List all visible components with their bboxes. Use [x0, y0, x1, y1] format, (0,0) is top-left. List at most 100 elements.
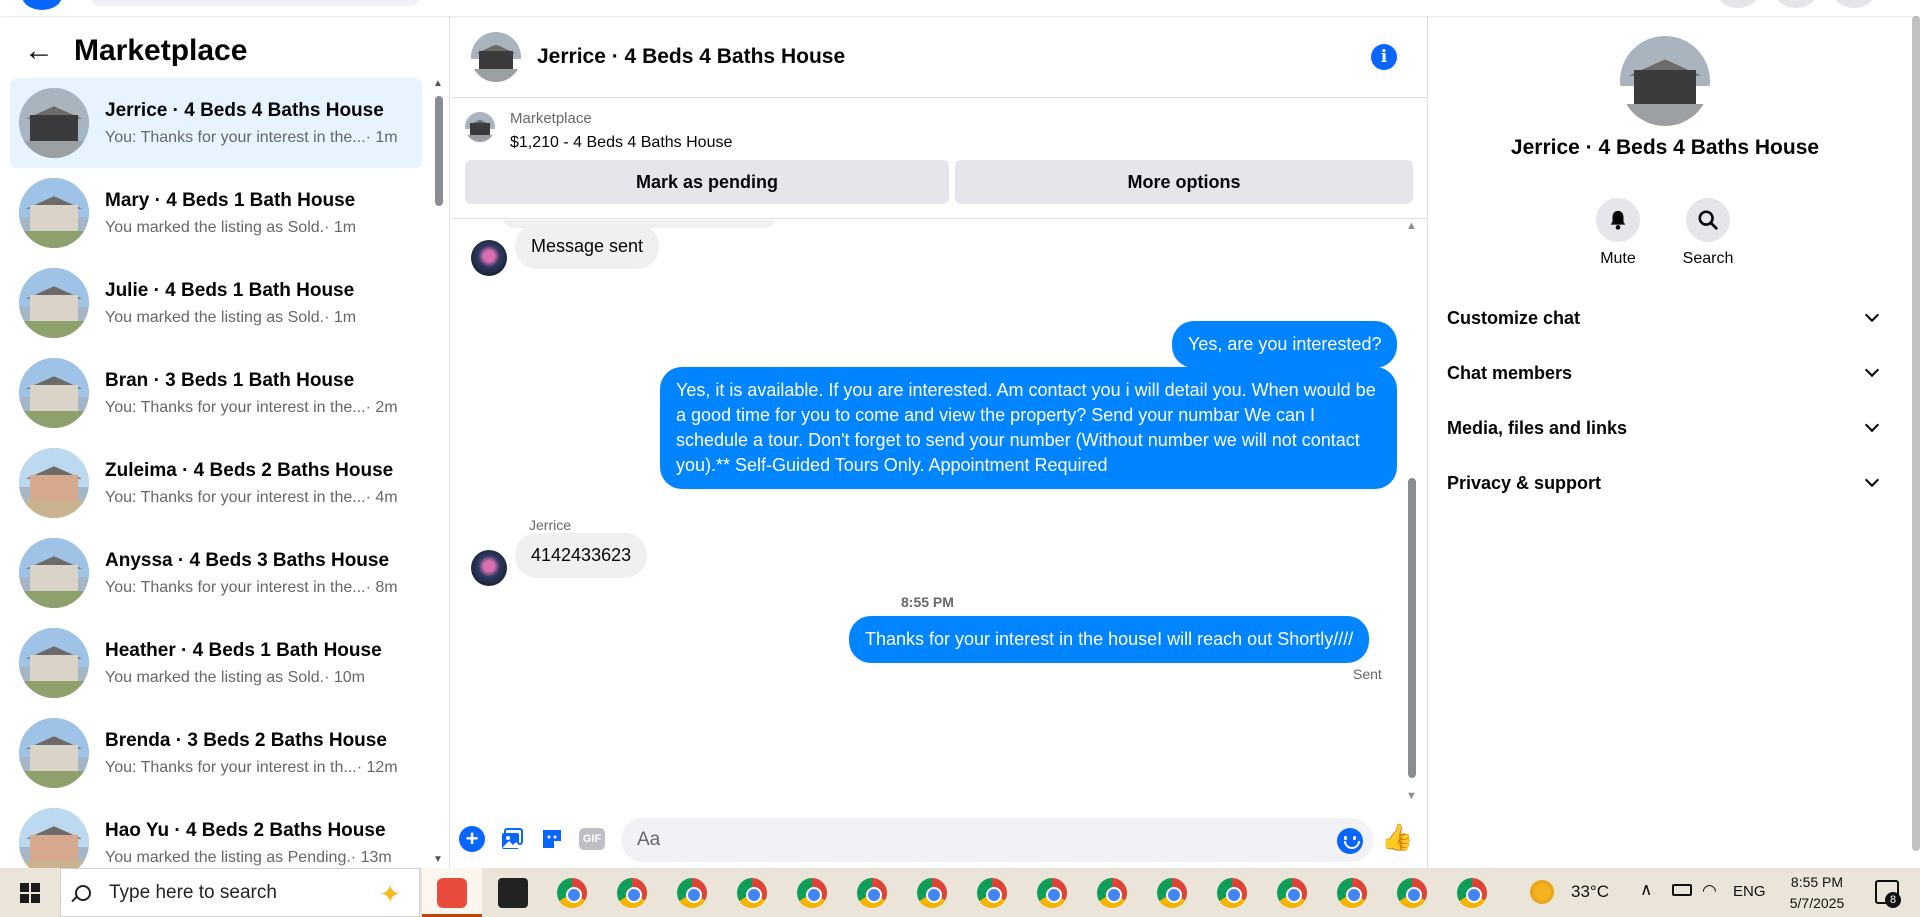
conversation-preview: You: Thanks for your interest in th...	[105, 758, 357, 776]
conversation-preview: You: Thanks for your interest in the...	[105, 128, 366, 146]
bell-icon[interactable]	[1596, 198, 1640, 242]
conversation-time: · 1m	[324, 218, 357, 236]
privacy-support-section[interactable]: Privacy & support	[1447, 463, 1887, 503]
chrome-icon[interactable]	[1337, 878, 1367, 908]
section-label: Customize chat	[1447, 307, 1581, 328]
scroll-down-arrow-icon[interactable]: ▼	[1406, 790, 1417, 802]
scroll-up-arrow-icon[interactable]: ▲	[1406, 220, 1417, 232]
conversation-item[interactable]: Jerrice · 4 Beds 4 Baths House You: Than…	[10, 78, 422, 168]
gif-icon[interactable]: GIF	[579, 828, 605, 850]
facebook-search-input[interactable]	[90, 0, 420, 6]
mute-label: Mute	[1600, 250, 1636, 267]
search-label: Search	[1682, 250, 1734, 267]
listing-thumbnail[interactable]	[465, 112, 495, 142]
outgoing-message: Thanks for your interest in the houseI w…	[849, 616, 1370, 663]
message-input-box[interactable]	[621, 818, 1373, 862]
search-icon[interactable]	[1686, 198, 1730, 242]
chrome-icon[interactable]	[1457, 878, 1487, 908]
clock-time[interactable]: 8:55 PM	[1782, 874, 1852, 890]
conversation-name: Heather · 4 Beds 1 Bath House	[105, 639, 382, 661]
chrome-icon[interactable]	[1217, 878, 1247, 908]
conversation-time: · 2m	[365, 398, 398, 416]
scroll-down-arrow-icon[interactable]: ▼	[433, 854, 443, 865]
listing-thumbnail	[19, 718, 89, 788]
info-icon[interactable]: i	[1371, 44, 1397, 70]
incoming-message: Message sent	[515, 224, 660, 269]
taskbar-search-box[interactable]: Type here to search ✦	[60, 868, 420, 917]
windows-start-icon[interactable]	[20, 883, 40, 903]
chrome-icon[interactable]	[797, 878, 827, 908]
sticker-icon[interactable]	[539, 826, 565, 852]
snipping-tool-icon[interactable]	[437, 878, 467, 908]
temperature[interactable]: 33°C	[1571, 882, 1609, 902]
chrome-icon[interactable]	[677, 878, 707, 908]
listing-thumbnail	[19, 538, 89, 608]
like-icon[interactable]: 👍	[1381, 822, 1413, 853]
conversation-item[interactable]: Bran · 3 Beds 1 Bath House You: Thanks f…	[10, 348, 422, 438]
taskbar-search-placeholder: Type here to search	[109, 881, 277, 903]
message-scrollbar[interactable]	[1408, 478, 1416, 778]
mute-button[interactable]: Mute	[1578, 198, 1658, 268]
section-label: Chat members	[1447, 362, 1573, 383]
menu-icon[interactable]	[1718, 0, 1758, 8]
chrome-icon[interactable]	[1157, 878, 1187, 908]
chrome-icon[interactable]	[1097, 878, 1127, 908]
chat-header: Jerrice · 4 Beds 4 Baths House i	[451, 16, 1427, 98]
chat-members-section[interactable]: Chat members	[1447, 353, 1887, 393]
sender-avatar[interactable]	[471, 240, 507, 276]
chevron-down-icon	[1864, 472, 1880, 488]
emoji-icon[interactable]	[1337, 828, 1363, 854]
chrome-icon[interactable]	[917, 878, 947, 908]
chrome-icon[interactable]	[617, 878, 647, 908]
customize-chat-section[interactable]: Customize chat	[1447, 298, 1887, 338]
chrome-icon[interactable]	[737, 878, 767, 908]
conversation-item[interactable]: Mary · 4 Beds 1 Bath House You marked th…	[10, 168, 422, 258]
listing-photo[interactable]	[1620, 36, 1710, 126]
copilot-sparkle-icon[interactable]: ✦	[379, 879, 401, 910]
clock-date[interactable]: 5/7/2025	[1782, 895, 1852, 911]
battery-icon[interactable]	[1672, 884, 1692, 896]
message-timestamp: 8:55 PM	[901, 594, 954, 610]
more-options-button[interactable]: More options	[955, 160, 1413, 204]
wifi-icon[interactable]: ◠	[1702, 881, 1717, 901]
chat-avatar[interactable]	[471, 31, 521, 82]
scroll-up-arrow-icon[interactable]: ▲	[433, 78, 443, 89]
mark-as-pending-button[interactable]: Mark as pending	[465, 160, 949, 204]
conversation-preview: You marked the listing as Pending.	[105, 848, 351, 866]
weather-icon[interactable]	[1530, 880, 1554, 904]
chrome-icon[interactable]	[1037, 878, 1067, 908]
message-composer: + GIF 👍	[451, 810, 1427, 868]
avatar[interactable]	[1834, 0, 1874, 8]
chevron-up-icon[interactable]: ∧	[1640, 880, 1652, 900]
photo-icon[interactable]	[499, 826, 525, 852]
conversation-item[interactable]: Heather · 4 Beds 1 Bath House You marked…	[10, 618, 422, 708]
chat-title[interactable]: Jerrice · 4 Beds 4 Baths House	[537, 45, 845, 69]
marketplace-sidebar: ← Marketplace Jerrice · 4 Beds 4 Baths H…	[0, 16, 450, 878]
conversation-name: Hao Yu · 4 Beds 2 Baths House	[105, 819, 386, 841]
language-indicator[interactable]: ENG	[1733, 883, 1766, 900]
search-button[interactable]: Search	[1668, 198, 1748, 268]
sticky-notes-icon[interactable]	[498, 878, 528, 908]
message-input[interactable]	[621, 818, 1301, 862]
chrome-icon[interactable]	[857, 878, 887, 908]
listing-name[interactable]: $1,210 - 4 Beds 4 Baths House	[510, 134, 732, 152]
chrome-icon[interactable]	[977, 878, 1007, 908]
conversation-item[interactable]: Brenda · 3 Beds 2 Baths House You: Thank…	[10, 708, 422, 798]
facebook-logo-icon[interactable]	[22, 0, 62, 10]
listing-thumbnail	[19, 88, 89, 158]
chrome-icon[interactable]	[1397, 878, 1427, 908]
app-window: ← Marketplace Jerrice · 4 Beds 4 Baths H…	[0, 0, 1920, 878]
sidebar-scrollbar[interactable]	[435, 96, 443, 206]
listing-banner: Marketplace $1,210 - 4 Beds 4 Baths Hous…	[451, 98, 1427, 219]
conversation-item[interactable]: Julie · 4 Beds 1 Bath House You marked t…	[10, 258, 422, 348]
back-arrow-icon[interactable]: ←	[24, 36, 54, 66]
chrome-icon[interactable]	[557, 878, 587, 908]
plus-icon[interactable]: +	[459, 826, 485, 852]
notifications-icon[interactable]	[1776, 0, 1816, 8]
conversation-item[interactable]: Anyssa · 4 Beds 3 Baths House You: Thank…	[10, 528, 422, 618]
conversation-item[interactable]: Zuleima · 4 Beds 2 Baths House You: Than…	[10, 438, 422, 528]
page-scrollbar[interactable]	[1912, 16, 1920, 868]
sender-avatar[interactable]	[471, 550, 507, 586]
chrome-icon[interactable]	[1277, 878, 1307, 908]
media-files-links-section[interactable]: Media, files and links	[1447, 408, 1887, 448]
